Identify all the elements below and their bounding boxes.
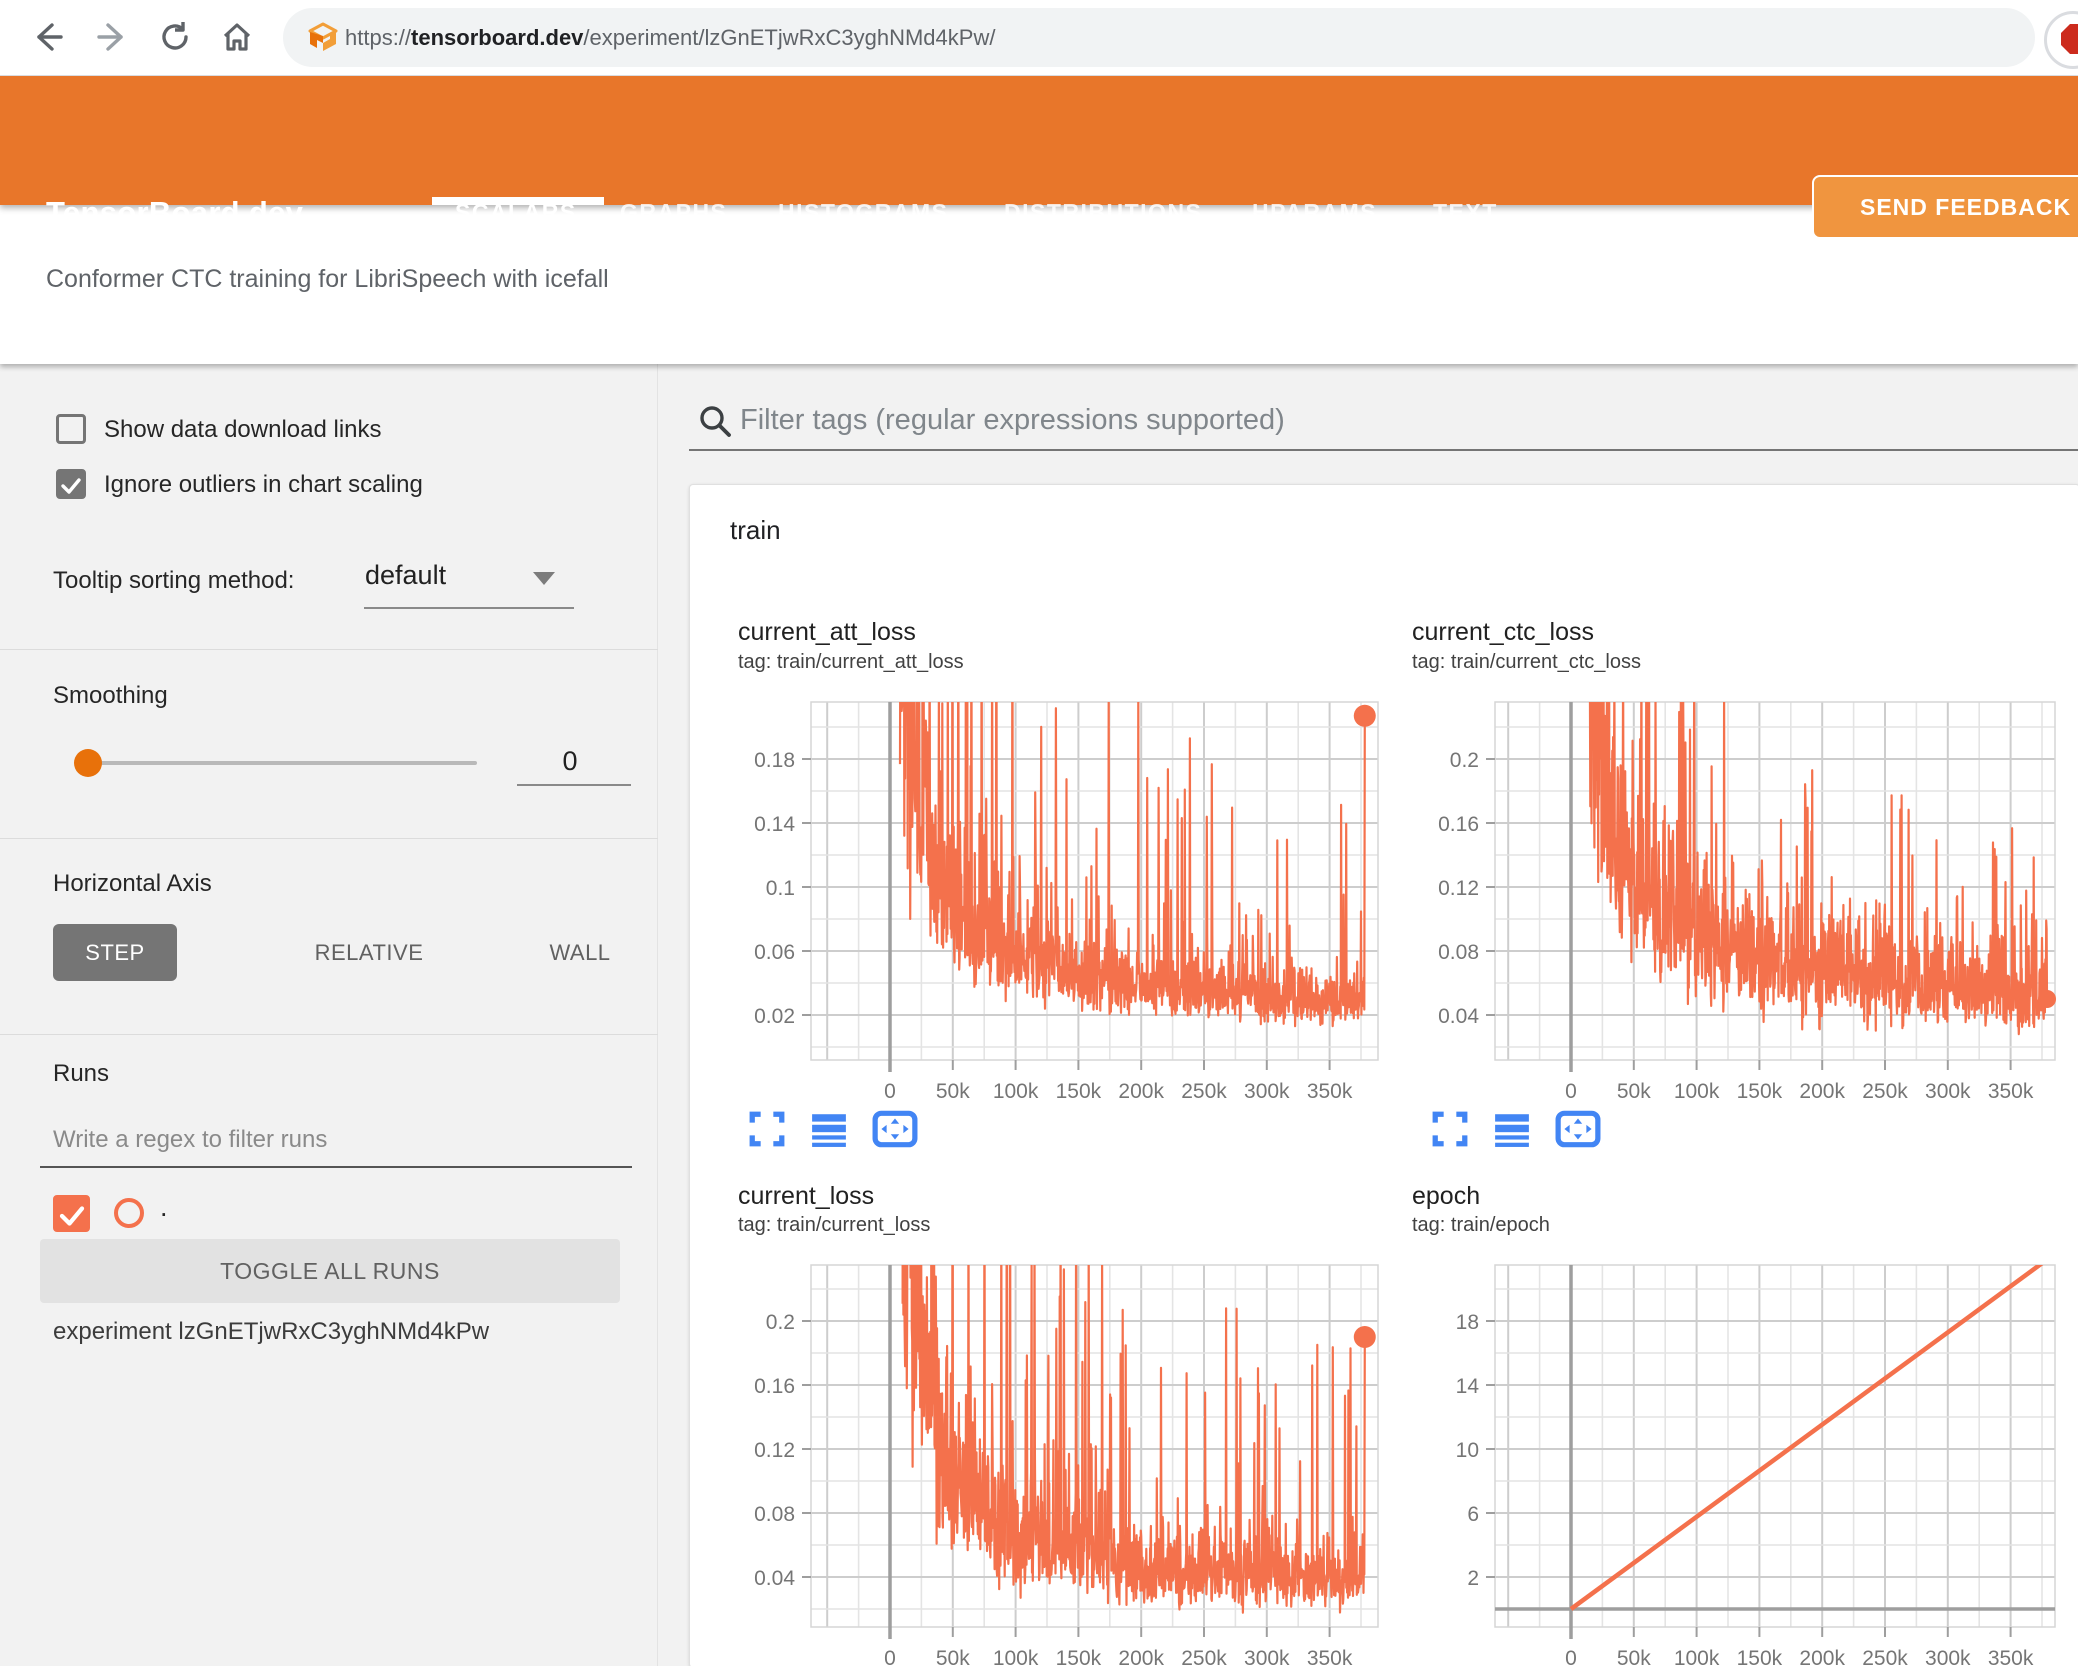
chart-current-ctc-loss[interactable]: [1495, 702, 2055, 1060]
chart-epoch[interactable]: [1495, 1265, 2055, 1627]
forward-icon[interactable]: [96, 20, 130, 54]
fullscreen-icon[interactable]: [1431, 1110, 1469, 1148]
tensorboard-window: https://tensorboard.dev/experiment/lzGnE…: [0, 0, 2078, 1666]
chart-title-epoch: epoch: [1412, 1182, 1481, 1210]
tab-text[interactable]: TEXT: [1433, 199, 1498, 226]
smoothing-value[interactable]: 0: [540, 746, 600, 777]
chart-current-loss[interactable]: [811, 1265, 1378, 1627]
experiment-subtitle-bar: Conformer CTC training for LibriSpeech w…: [0, 205, 2078, 364]
chevron-down-icon[interactable]: [533, 572, 555, 585]
show-download-links-checkbox[interactable]: [56, 414, 86, 444]
send-feedback-button[interactable]: SEND FEEDBACK: [1812, 175, 2078, 239]
experiment-id-label: experiment lzGnETjwRxC3yghNMd4kPw: [53, 1318, 490, 1345]
active-tab-indicator: [432, 197, 604, 205]
divider: [0, 649, 658, 650]
divider: [0, 1034, 658, 1035]
chart-title-current-att-loss: current_att_loss: [738, 618, 916, 646]
tensorboard-logo-icon: [308, 22, 338, 51]
tab-graphs[interactable]: GRAPHS: [620, 199, 727, 226]
runs-filter-input[interactable]: Write a regex to filter runs: [53, 1126, 327, 1154]
browser-toolbar: https://tensorboard.dev/experiment/lzGnE…: [0, 0, 2078, 76]
extension-badge: [2061, 24, 2078, 54]
tooltip-sorting-label: Tooltip sorting method:: [53, 567, 295, 594]
ignore-outliers-checkbox[interactable]: [56, 469, 86, 499]
chart-tag-current-ctc-loss: tag: train/current_ctc_loss: [1412, 651, 1641, 673]
fit-to-viewport-icon[interactable]: [872, 1110, 918, 1148]
data-series-list-icon[interactable]: [1493, 1110, 1531, 1148]
search-icon: [700, 406, 731, 437]
run-color-swatch-icon[interactable]: [112, 1196, 146, 1230]
chart-current-att-loss[interactable]: [811, 702, 1378, 1060]
haxis-wall-button[interactable]: WALL: [519, 924, 641, 981]
horizontal-axis-label: Horizontal Axis: [53, 870, 212, 897]
run-name: .: [160, 1192, 168, 1222]
fullscreen-icon[interactable]: [748, 1110, 786, 1148]
smoothing-slider[interactable]: [75, 761, 477, 765]
smoothing-slider-thumb[interactable]: [74, 749, 102, 777]
tooltip-sorting-dropdown[interactable]: default: [365, 560, 446, 591]
run-checkbox[interactable]: [53, 1195, 90, 1232]
chart-tag-current-att-loss: tag: train/current_att_loss: [738, 651, 964, 673]
filter-tags-input[interactable]: Filter tags (regular expressions support…: [740, 404, 1285, 437]
toggle-all-runs-button[interactable]: TOGGLE ALL RUNS: [40, 1239, 620, 1303]
show-download-links-label: Show data download links: [104, 416, 382, 443]
haxis-relative-button[interactable]: RELATIVE: [294, 924, 444, 981]
chart-title-current-loss: current_loss: [738, 1182, 875, 1210]
check-icon: [61, 478, 81, 494]
chart-tag-current-loss: tag: train/current_loss: [738, 1214, 931, 1236]
url-bar[interactable]: https://tensorboard.dev/experiment/lzGnE…: [283, 8, 2035, 67]
home-icon[interactable]: [220, 20, 254, 54]
smoothing-label: Smoothing: [53, 682, 168, 709]
refresh-icon[interactable]: [158, 20, 192, 54]
settings-sidebar: Show data download links Ignore outliers…: [0, 364, 658, 1666]
chart-tag-epoch: tag: train/epoch: [1412, 1214, 1550, 1236]
tab-distributions[interactable]: DISTRIBUTIONS: [1004, 199, 1202, 226]
runs-label: Runs: [53, 1060, 110, 1087]
filter-tags-underline: [689, 449, 2078, 451]
divider: [0, 838, 658, 839]
tab-histograms[interactable]: HISTOGRAMS: [778, 199, 948, 226]
check-icon: [59, 1206, 84, 1226]
runs-filter-underline: [40, 1166, 632, 1168]
tab-hparams[interactable]: HPARAMS: [1252, 199, 1377, 226]
ignore-outliers-label: Ignore outliers in chart scaling: [104, 471, 423, 498]
url-text: https://tensorboard.dev/experiment/lzGnE…: [345, 24, 996, 50]
train-group-label[interactable]: train: [730, 515, 781, 546]
dropdown-underline: [364, 607, 574, 609]
fit-to-viewport-icon[interactable]: [1555, 1110, 1601, 1148]
data-series-list-icon[interactable]: [810, 1110, 848, 1148]
smoothing-value-underline: [517, 784, 631, 786]
back-icon[interactable]: [30, 20, 64, 54]
chart-title-current-ctc-loss: current_ctc_loss: [1412, 618, 1595, 646]
experiment-description: Conformer CTC training for LibriSpeech w…: [46, 265, 609, 293]
app-title: TensorBoard.dev: [46, 195, 304, 230]
haxis-step-button[interactable]: STEP: [53, 924, 177, 981]
app-header: TensorBoard.dev SCALARS GRAPHS HISTOGRAM…: [0, 75, 2078, 239]
extension-icon[interactable]: [2044, 11, 2078, 69]
